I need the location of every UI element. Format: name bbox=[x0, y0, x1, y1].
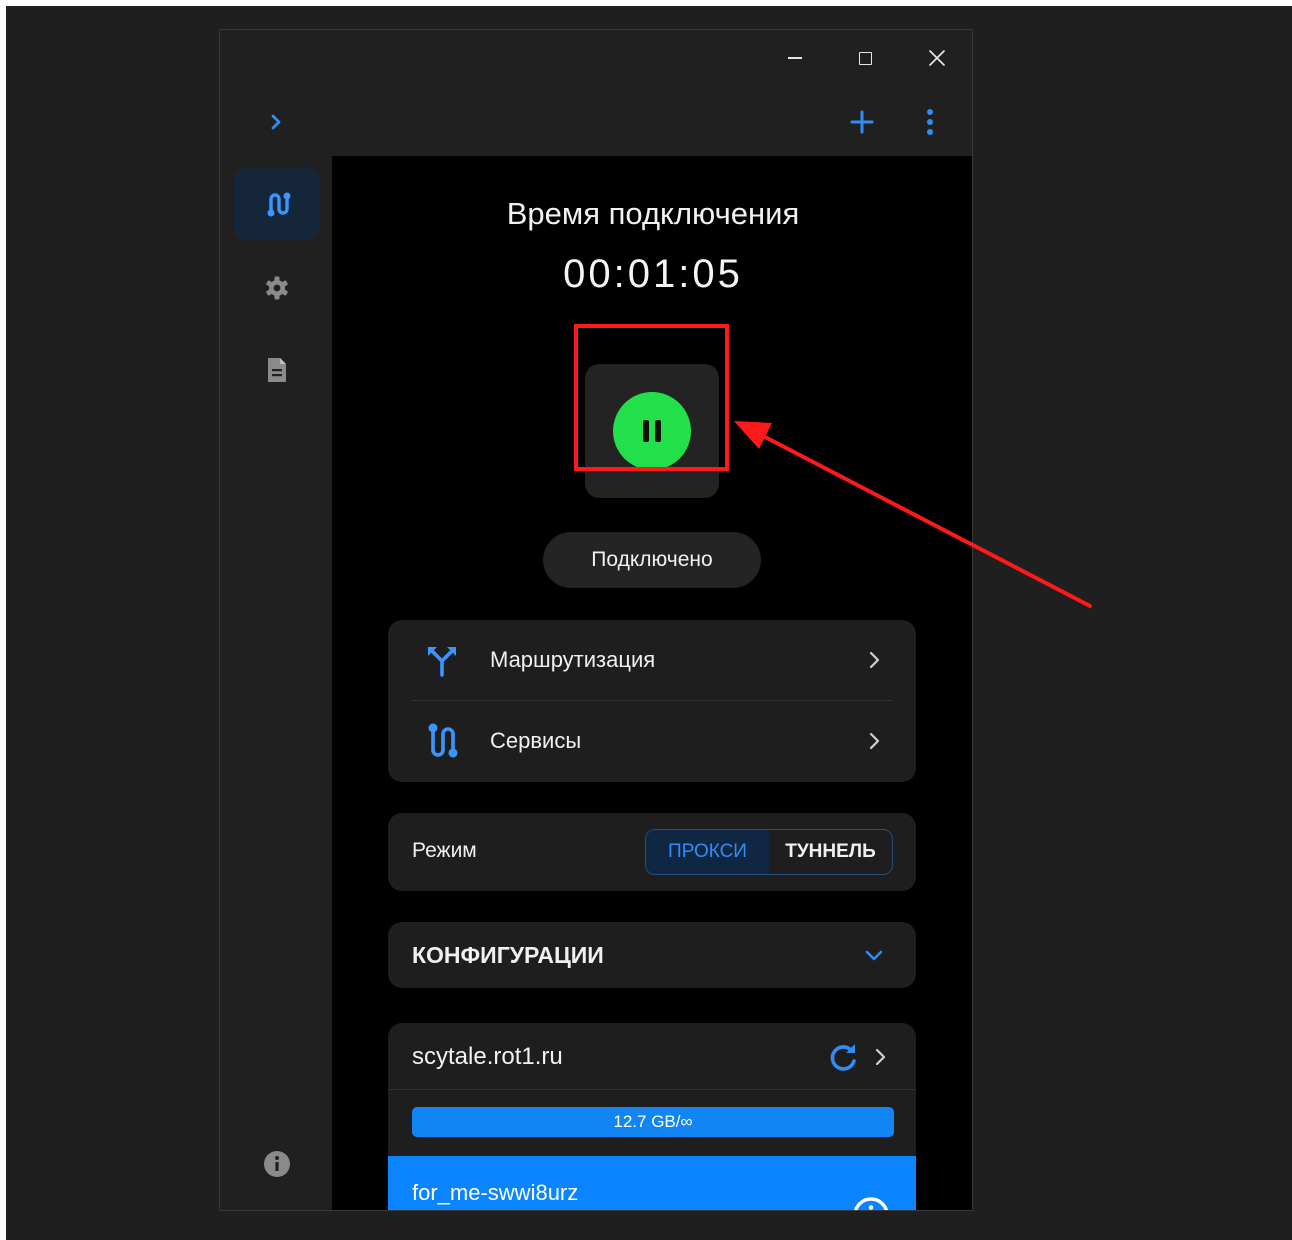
refresh-icon[interactable] bbox=[826, 1041, 860, 1075]
services-label: Сервисы bbox=[490, 728, 582, 753]
profile-name: for_me-swwi8urz bbox=[412, 1180, 579, 1205]
app-window: Время подключения 00:01:05 Подключено Ма… bbox=[219, 29, 973, 1211]
connection-status-badge: Подключено bbox=[543, 532, 761, 588]
sidebar-item-connection[interactable] bbox=[234, 168, 320, 240]
connection-timer: 00:01:05 bbox=[563, 252, 743, 296]
connection-time-label: Время подключения bbox=[506, 196, 800, 231]
mode-segmented-control: ПРОКСИ ТУННЕЛЬ bbox=[645, 829, 893, 875]
route-icon bbox=[422, 721, 462, 761]
gear-icon bbox=[266, 276, 288, 300]
connection-toggle-tile bbox=[585, 364, 719, 498]
expand-sidebar-button[interactable] bbox=[256, 102, 296, 142]
close-button[interactable] bbox=[914, 38, 960, 78]
minimize-button[interactable] bbox=[772, 38, 818, 78]
mode-label: Режим bbox=[412, 839, 477, 862]
title-bar bbox=[220, 30, 972, 86]
chevron-down-icon bbox=[865, 950, 883, 961]
maximize-icon bbox=[858, 51, 872, 65]
chevron-right-icon bbox=[869, 732, 880, 750]
more-menu-button[interactable] bbox=[910, 102, 950, 142]
configs-title: КОНФИГУРАЦИИ bbox=[412, 942, 604, 968]
configs-header[interactable]: КОНФИГУРАЦИИ bbox=[388, 922, 916, 988]
sidebar-item-logs[interactable] bbox=[234, 334, 320, 406]
mode-option-tunnel[interactable]: ТУННЕЛЬ bbox=[769, 830, 892, 874]
connection-toggle-button[interactable] bbox=[613, 392, 691, 470]
mode-option-proxy[interactable]: ПРОКСИ bbox=[646, 830, 769, 874]
mode-card: Режим ПРОКСИ ТУННЕЛЬ bbox=[388, 813, 916, 891]
chevron-right-icon bbox=[869, 651, 880, 669]
traffic-progress-bar: 12.7 GB/∞ bbox=[412, 1107, 894, 1137]
plus-icon bbox=[850, 110, 874, 134]
info-icon[interactable] bbox=[852, 1196, 890, 1211]
more-vertical-icon bbox=[927, 109, 933, 135]
divider bbox=[388, 1089, 916, 1090]
sidebar bbox=[220, 156, 332, 1210]
profile-row[interactable]: for_me-swwi8urz bbox=[388, 1156, 916, 1211]
route-icon bbox=[267, 192, 291, 217]
minimize-icon bbox=[788, 57, 802, 59]
chevron-right-icon bbox=[271, 114, 281, 130]
close-icon bbox=[929, 50, 945, 66]
routing-label: Маршрутизация bbox=[490, 647, 656, 672]
chevron-right-icon[interactable] bbox=[868, 1045, 892, 1069]
sidebar-item-about[interactable] bbox=[234, 1128, 320, 1200]
server-card: scytale.rot1.ru 12.7 GB/∞ for_me-swwi8ur… bbox=[388, 1023, 916, 1211]
server-name: scytale.rot1.ru bbox=[412, 1043, 563, 1070]
nav-card: Маршрутизация Сервисы bbox=[388, 620, 916, 782]
services-row[interactable]: Сервисы bbox=[388, 701, 916, 781]
main-content: Время подключения 00:01:05 Подключено Ма… bbox=[332, 156, 972, 1211]
pause-icon bbox=[643, 420, 661, 442]
fork-icon bbox=[422, 640, 462, 680]
app-toolbar bbox=[220, 92, 972, 152]
info-icon bbox=[264, 1151, 290, 1177]
document-icon bbox=[268, 358, 286, 382]
add-config-button[interactable] bbox=[842, 102, 882, 142]
routing-row[interactable]: Маршрутизация bbox=[388, 620, 916, 700]
traffic-usage-text: 12.7 GB/∞ bbox=[613, 1112, 693, 1131]
maximize-button[interactable] bbox=[842, 38, 888, 78]
sidebar-item-settings[interactable] bbox=[234, 252, 320, 324]
